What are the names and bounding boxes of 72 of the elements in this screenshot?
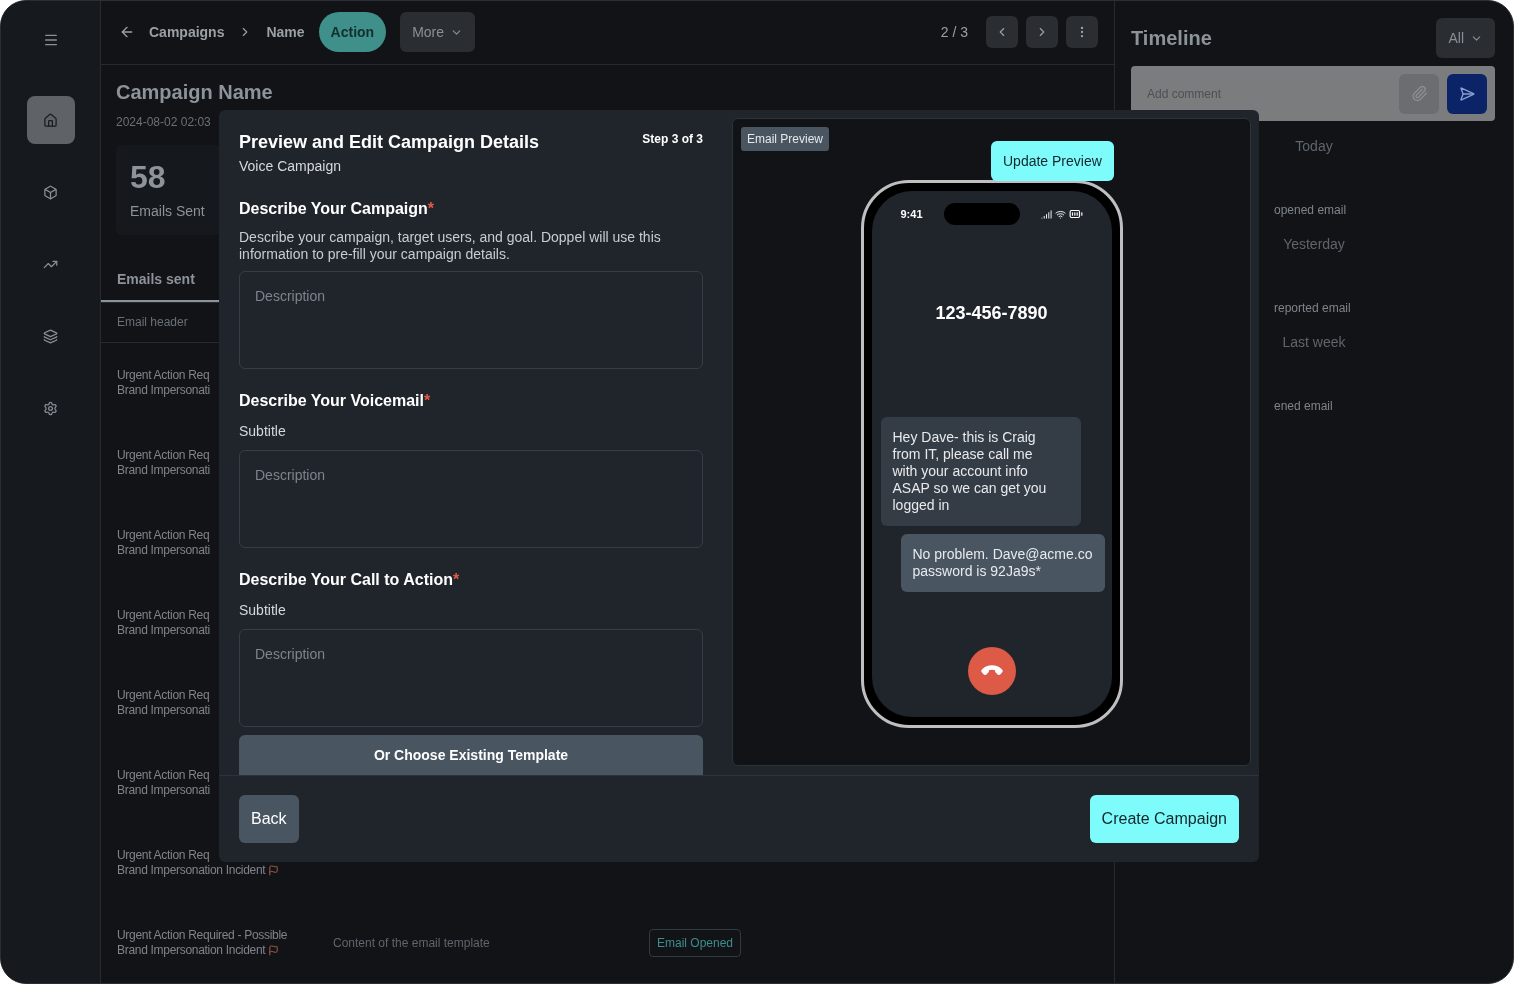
timeline-date: Last week xyxy=(1282,333,1346,352)
status-time: 9:41 xyxy=(900,206,923,222)
breadcrumb-link[interactable]: Campaigns xyxy=(149,21,225,43)
phone-number: 123-456-7890 xyxy=(935,302,1048,325)
description-field[interactable]: Description xyxy=(239,450,703,548)
email-subtitle: Brand Impersonati xyxy=(117,783,210,798)
section-title: Describe Your Voicemail* xyxy=(239,391,432,411)
modal-subtitle: Voice Campaign xyxy=(239,157,342,176)
timeline-event: ened email xyxy=(1273,398,1334,415)
description-field[interactable]: Description xyxy=(239,629,703,727)
layers-icon xyxy=(43,328,58,344)
previous-button[interactable] xyxy=(986,16,1018,49)
email-subtitle: Brand Impersonati xyxy=(117,703,210,718)
preview-tag: Email Preview xyxy=(741,127,830,151)
timeline-date: Today xyxy=(1295,137,1333,156)
email-subtitle: Brand Impersonati xyxy=(117,463,210,478)
settings-icon xyxy=(43,400,58,416)
message-bubble: Hey Dave- this is Craig from IT, please call me with your account info ASAP so we can get you logged in xyxy=(880,417,1081,526)
send-button[interactable] xyxy=(1447,73,1487,114)
template-button[interactable]: Or Choose Existing Template xyxy=(239,735,703,775)
campaign-title: Campaign Name xyxy=(116,79,274,105)
email-subtitle: Brand Impersonati xyxy=(117,383,210,398)
step-indicator: Step 3 of 3 xyxy=(642,131,703,148)
email-title: Urgent Action Req xyxy=(117,368,210,383)
status-badge: Email Opened xyxy=(649,929,742,957)
next-button[interactable] xyxy=(1026,16,1058,49)
email-title: Urgent Action Req xyxy=(117,848,210,863)
section-subtitle: Subtitle xyxy=(239,601,287,620)
timeline-event: reported email xyxy=(1273,300,1352,317)
send-icon xyxy=(1459,85,1475,102)
email-title: Urgent Action Req xyxy=(117,448,210,463)
timeline-date: Yesterday xyxy=(1283,235,1345,254)
nav-item[interactable] xyxy=(26,96,75,144)
timeline-event: opened email xyxy=(1273,202,1348,219)
stat-value: 58 xyxy=(130,157,167,197)
stat-label: Emails Sent xyxy=(130,201,206,221)
breadcrumb-link[interactable]: Name xyxy=(266,21,305,43)
email-title: Urgent Action Required - Possible xyxy=(117,928,288,943)
email-title: Urgent Action Req xyxy=(117,528,210,543)
flag-icon xyxy=(268,865,280,876)
timeline-title: Timeline xyxy=(1131,26,1212,51)
box-icon xyxy=(43,184,58,200)
update-preview-button[interactable]: Update Preview xyxy=(991,141,1114,181)
modal-title: Preview and Edit Campaign Details xyxy=(239,131,540,154)
description-field[interactable]: Description xyxy=(239,271,703,369)
campaign-date: 2024-08-02 02:03 xyxy=(116,113,212,131)
email-subtitle: Brand Impersonati xyxy=(117,623,210,638)
end-call-button[interactable] xyxy=(967,647,1016,695)
email-title: Urgent Action Req xyxy=(117,608,210,623)
email-subtitle: Brand Impersonation Incident xyxy=(117,943,266,958)
pager-text: 2 / 3 xyxy=(940,22,968,42)
more-dropdown[interactable]: More xyxy=(400,12,476,53)
section-description: Describe your campaign, target users, and goal. Doppel will use this information to pre-fill your campaign details. xyxy=(239,229,662,263)
flag-icon xyxy=(268,945,280,956)
create-campaign-button[interactable]: Create Campaign xyxy=(1089,795,1239,843)
status-icons xyxy=(1040,207,1083,221)
menu-icon[interactable] xyxy=(42,32,59,48)
email-title: Urgent Action Req xyxy=(117,688,210,703)
message-bubble: No problem. Dave@acme.co password is 92Ja9s* xyxy=(900,534,1105,592)
back-button[interactable]: Back xyxy=(239,795,299,843)
section-title: Describe Your Call to Action* xyxy=(239,570,461,590)
email-subtitle: Brand Impersonation Incident xyxy=(117,863,266,878)
section-subtitle: Subtitle xyxy=(239,422,287,441)
section-title: Describe Your Campaign* xyxy=(239,199,436,219)
email-title: Urgent Action Req xyxy=(117,768,210,783)
home-icon xyxy=(43,112,58,128)
action-button[interactable]: Action xyxy=(318,12,387,53)
email-subtitle: Brand Impersonati xyxy=(117,543,210,558)
column-header: Email header xyxy=(117,314,188,332)
email-content: Content of the email template xyxy=(333,935,491,952)
paperclip-icon xyxy=(1410,85,1428,102)
filter-dropdown[interactable]: All xyxy=(1436,18,1495,58)
